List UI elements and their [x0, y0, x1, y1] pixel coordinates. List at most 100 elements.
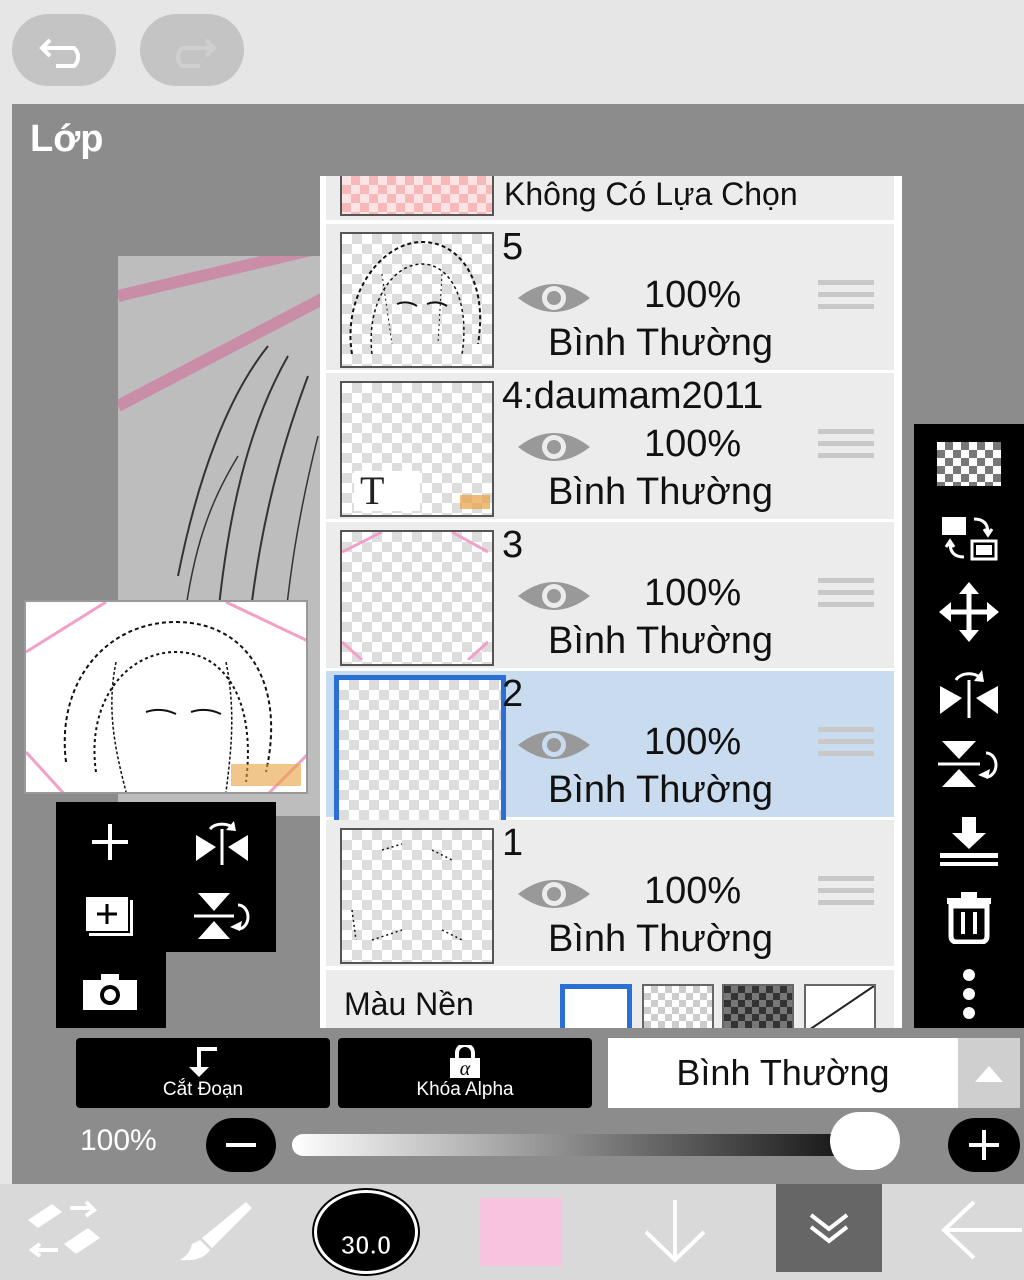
- brush-size-value: 30.0: [340, 1230, 392, 1261]
- clip-label: Cắt Đoạn: [162, 1079, 244, 1100]
- layer-row-5[interactable]: 5 100% Bình Thường: [326, 224, 894, 373]
- arrow-down-icon: [644, 1200, 706, 1263]
- merge-down-button[interactable]: [934, 812, 1004, 872]
- layer-thumbnail: [340, 530, 494, 666]
- flip-horizontal-button[interactable]: [190, 814, 254, 870]
- opacity-slider-thumb[interactable]: [830, 1112, 900, 1170]
- layer-thumbnail: [340, 232, 494, 368]
- back-button[interactable]: [938, 1198, 1024, 1262]
- add-layer-copy-icon: [84, 895, 133, 936]
- add-layer-copy-button[interactable]: [80, 890, 140, 942]
- add-layer-icon: [92, 824, 128, 860]
- bg-white-option[interactable]: [560, 984, 632, 1028]
- flip-vertical-button[interactable]: [190, 888, 254, 944]
- drag-handle-icon[interactable]: [818, 429, 874, 465]
- layer-thumbnail: [340, 828, 494, 964]
- drag-handle-icon[interactable]: [818, 876, 874, 912]
- camera-icon: [83, 974, 137, 1010]
- opacity-decrease-button[interactable]: [206, 1118, 276, 1172]
- background-label: Màu Nền: [344, 986, 474, 1022]
- brush-icon: [180, 1202, 252, 1261]
- transparency-icon: [937, 442, 1001, 486]
- clip-button[interactable]: Cắt Đoạn: [76, 1038, 330, 1108]
- svg-text:α: α: [460, 1058, 471, 1079]
- more-button[interactable]: [934, 964, 1004, 1024]
- flip-layer-vertical-icon: [938, 741, 998, 787]
- opacity-slider-track[interactable]: [292, 1134, 898, 1156]
- blend-mode-dropdown-button[interactable]: [958, 1038, 1020, 1108]
- flip-layer-horizontal-button[interactable]: [934, 662, 1004, 722]
- camera-button[interactable]: [80, 966, 140, 1018]
- flip-layer-horizontal-icon: [940, 670, 998, 718]
- layer-swap-button[interactable]: [934, 508, 1004, 568]
- layer-opacity: 100%: [644, 572, 742, 614]
- bottom-toolbar: 30.0: [0, 1184, 1024, 1280]
- plus-icon: [969, 1130, 999, 1160]
- brush-button[interactable]: [176, 1196, 256, 1262]
- blend-mode-select[interactable]: Bình Thường: [608, 1038, 958, 1108]
- preview-sketch: [26, 602, 306, 792]
- eye-icon[interactable]: [516, 425, 592, 469]
- add-layer-button[interactable]: [82, 814, 138, 870]
- eye-icon[interactable]: [516, 723, 592, 767]
- back-arrow-icon: [941, 1200, 1022, 1260]
- merge-down-icon: [940, 817, 998, 866]
- move-button[interactable]: [934, 582, 1004, 642]
- redo-icon: [175, 38, 217, 68]
- bg-transparent-light-option[interactable]: [642, 984, 714, 1028]
- layer-blend-mode: Bình Thường: [548, 620, 774, 662]
- panel-title: Lớp: [30, 118, 104, 160]
- drag-handle-icon[interactable]: [818, 578, 874, 614]
- canvas-preview[interactable]: [24, 600, 308, 794]
- eye-icon[interactable]: [516, 574, 592, 618]
- eye-icon[interactable]: [516, 276, 592, 320]
- trash-icon: [947, 892, 991, 944]
- bg-transparent-dark-option[interactable]: [722, 984, 794, 1028]
- layer-row-2[interactable]: 2 100% Bình Thường: [326, 671, 894, 827]
- layer-list[interactable]: Không Có Lựa Chọn 5 100% Bình Thường T 4…: [320, 176, 902, 1028]
- delete-layer-button[interactable]: [934, 886, 1004, 946]
- selection-thumbnail: [340, 176, 494, 216]
- layer-name: 3: [502, 524, 524, 566]
- layer-thumbnail: T: [340, 381, 494, 517]
- flip-horizontal-icon: [196, 821, 248, 865]
- bg-none-option[interactable]: [804, 984, 876, 1028]
- lock-icon: α: [450, 1045, 480, 1079]
- opacity-increase-button[interactable]: [948, 1118, 1020, 1172]
- redo-button[interactable]: [140, 14, 244, 86]
- move-icon: [939, 582, 999, 642]
- transform-button[interactable]: [22, 1198, 106, 1260]
- text-layer-icon: T: [354, 471, 420, 511]
- layer-opacity: 100%: [644, 274, 742, 316]
- right-tool-column: [914, 424, 1024, 1028]
- eye-icon[interactable]: [516, 872, 592, 916]
- flip-layer-vertical-button[interactable]: [934, 734, 1004, 794]
- layer-blend-mode: Bình Thường: [548, 471, 774, 513]
- alpha-lock-button[interactable]: α Khóa Alpha: [338, 1038, 592, 1108]
- background-color-row: Màu Nền: [326, 970, 894, 1028]
- brush-size-button[interactable]: 30.0: [314, 1190, 418, 1274]
- minus-icon: [226, 1143, 256, 1147]
- layer-blend-mode: Bình Thường: [548, 918, 774, 960]
- layers-toggle-button[interactable]: [776, 1184, 882, 1272]
- layer-name: 2: [502, 673, 524, 715]
- arrow-down-button[interactable]: [638, 1196, 712, 1266]
- current-color-swatch[interactable]: [480, 1198, 562, 1266]
- layer-name: 5: [502, 226, 524, 268]
- layer-swap-icon: [942, 517, 998, 561]
- drag-handle-icon[interactable]: [818, 280, 874, 316]
- alpha-lock-label: Khóa Alpha: [416, 1079, 514, 1100]
- layer-row-1[interactable]: 1 100% Bình Thường: [326, 820, 894, 969]
- layer-row-4[interactable]: T 4:daumam2011 100% Bình Thường: [326, 373, 894, 522]
- selection-layer-row[interactable]: Không Có Lựa Chọn: [326, 176, 894, 223]
- layer-opacity: 100%: [644, 721, 742, 763]
- chevron-up-icon: [975, 1066, 1003, 1082]
- selection-label: Không Có Lựa Chọn: [504, 176, 798, 212]
- top-toolbar: [0, 0, 1024, 104]
- drag-handle-icon[interactable]: [818, 727, 874, 763]
- undo-button[interactable]: [12, 14, 116, 86]
- chevron-down-icon: [809, 1213, 849, 1244]
- transparency-button[interactable]: [934, 434, 1004, 494]
- layer-name: 1: [502, 822, 524, 864]
- layer-row-3[interactable]: 3 100% Bình Thường: [326, 522, 894, 671]
